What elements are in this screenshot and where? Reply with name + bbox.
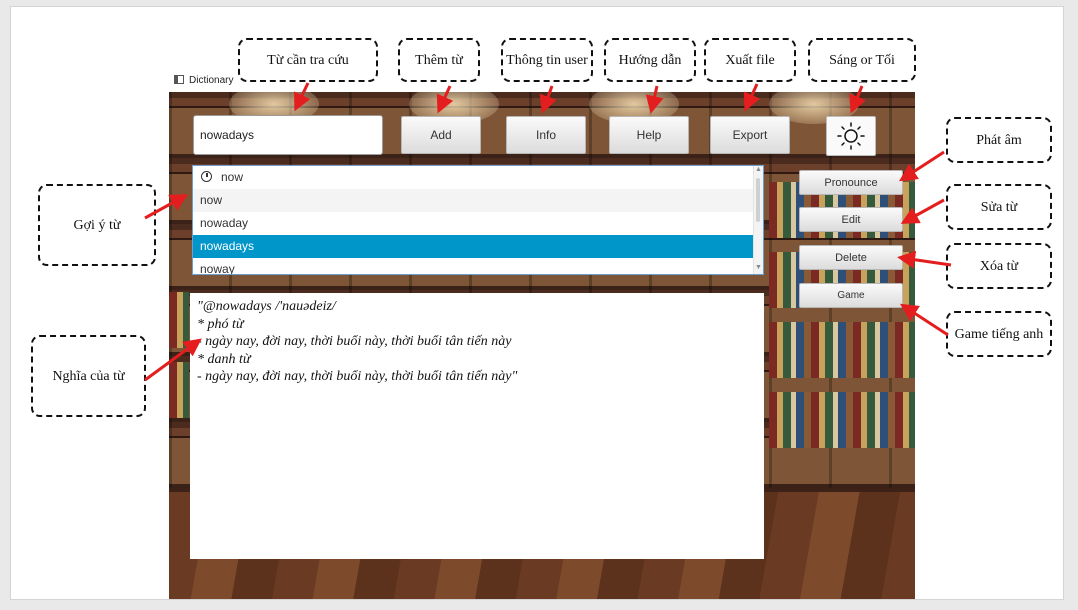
callout-word-meaning: Nghĩa của từ	[31, 335, 146, 417]
callout-export-file: Xuất file	[704, 38, 796, 82]
add-button[interactable]: Add	[401, 116, 481, 154]
scroll-down-icon[interactable]: ▼	[755, 264, 762, 271]
window-title: Dictionary	[189, 75, 234, 86]
list-item[interactable]: noway	[193, 258, 763, 275]
suggestion-text: now	[200, 193, 223, 207]
pronounce-button[interactable]: Pronounce	[799, 170, 903, 195]
suggestion-text: now	[221, 170, 244, 184]
suggestion-text: nowadays	[200, 239, 255, 253]
theme-toggle-button[interactable]	[826, 116, 876, 156]
scrollbar[interactable]: ▲ ▼	[753, 166, 763, 274]
search-input[interactable]: nowadays	[193, 115, 383, 155]
callout-guide: Hướng dẫn	[604, 38, 696, 82]
meaning-line: - ngày nay, đời nay, thời buổi này, thời…	[197, 369, 518, 384]
callout-pronunciation: Phát âm	[946, 117, 1052, 163]
app-window-icon	[174, 75, 184, 84]
suggestion-text: nowaday	[200, 216, 249, 230]
callout-english-game: Game tiếng anh	[946, 311, 1052, 357]
callout-edit-word: Sửa từ	[946, 184, 1052, 230]
callout-add-word: Thêm từ	[398, 38, 480, 82]
meaning-line: * phó từ	[197, 316, 244, 332]
delete-button[interactable]: Delete	[799, 245, 903, 270]
callout-user-info: Thông tin user	[501, 38, 593, 82]
callout-delete-word: Xóa từ	[946, 243, 1052, 289]
meaning-line: "@nowadays /'nauədeiz/	[197, 299, 336, 314]
scrollbar-thumb[interactable]	[756, 178, 760, 222]
suggestion-text: noway	[200, 262, 235, 275]
meaning-text-area[interactable]: "@nowadays /'nauədeiz/ * phó từ - ngày n…	[190, 293, 764, 559]
edit-button[interactable]: Edit	[799, 207, 903, 232]
list-item[interactable]: now	[193, 166, 763, 189]
list-item[interactable]: nowaday	[193, 212, 763, 235]
scroll-up-icon[interactable]: ▲	[755, 166, 762, 173]
game-button[interactable]: Game	[799, 283, 903, 308]
callout-lookup-word: Từ cần tra cứu	[238, 38, 378, 82]
callout-word-suggestion: Gợi ý từ	[38, 184, 156, 266]
list-item-selected[interactable]: nowadays	[193, 235, 763, 258]
help-button[interactable]: Help	[609, 116, 689, 154]
meaning-line: - ngày nay, đời nay, thời buổi này, thời…	[197, 334, 512, 349]
callout-light-dark: Sáng or Tối	[808, 38, 916, 82]
info-button[interactable]: Info	[506, 116, 586, 154]
sun-icon	[837, 122, 865, 150]
meaning-line: * danh từ	[197, 351, 251, 367]
export-button[interactable]: Export	[710, 116, 790, 154]
suggestion-list[interactable]: now now nowaday nowadays noway ▲ ▼	[192, 165, 764, 275]
history-icon	[201, 171, 212, 182]
list-item[interactable]: now	[193, 189, 763, 212]
